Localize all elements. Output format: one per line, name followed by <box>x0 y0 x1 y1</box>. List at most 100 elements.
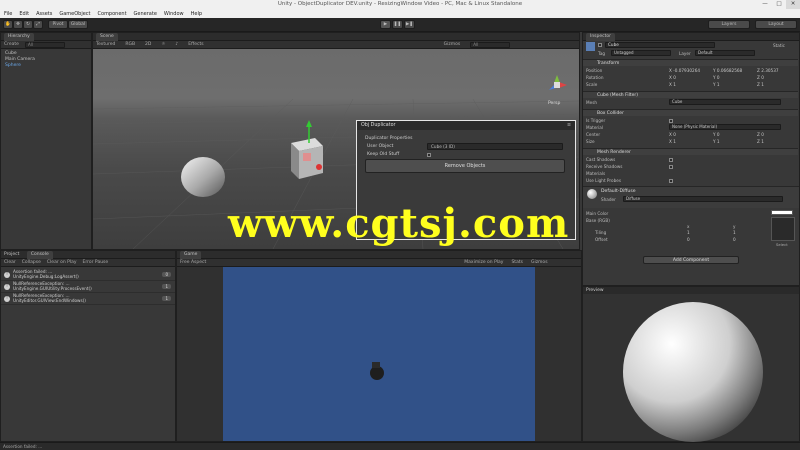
close-button[interactable]: ✕ <box>786 0 800 9</box>
box-collider-header[interactable]: Box Collider <box>583 109 798 116</box>
hierarchy-item-sphere[interactable]: Sphere <box>1 63 91 69</box>
active-checkbox[interactable] <box>598 42 602 48</box>
create-dropdown[interactable]: Create <box>4 41 19 48</box>
add-component-button[interactable]: Add Component <box>643 256 739 264</box>
menu-gameobject[interactable]: GameObject <box>59 11 90 17</box>
tag-dropdown[interactable]: Untagged <box>611 50 671 56</box>
cast-shadows-checkbox[interactable] <box>669 157 673 163</box>
rotation-y[interactable]: Y 0 <box>713 75 720 80</box>
menu-component[interactable]: Component <box>98 11 127 17</box>
gizmos-dropdown[interactable]: Gizmos <box>444 41 461 48</box>
center-x[interactable]: X 0 <box>669 132 676 137</box>
menu-edit[interactable]: Edit <box>19 11 29 17</box>
step-button[interactable]: ▶❚ <box>404 20 415 29</box>
center-z[interactable]: Z 0 <box>757 132 764 137</box>
render-mode-dropdown[interactable]: RGB <box>125 41 135 48</box>
texture-select-button[interactable]: Select <box>776 242 788 247</box>
layers-dropdown[interactable]: Layers <box>708 20 750 29</box>
materials-foldout[interactable]: Materials <box>586 171 605 176</box>
mesh-field[interactable]: Cube <box>669 99 781 105</box>
rotation-x[interactable]: X 0 <box>669 75 676 80</box>
keep-old-stuff-checkbox[interactable] <box>427 152 431 158</box>
rotate-tool-icon[interactable]: ↻ <box>23 20 33 29</box>
menu-help[interactable]: Help <box>191 11 202 17</box>
mesh-filter-header[interactable]: Cube (Mesh Filter) <box>583 91 798 98</box>
user-object-field[interactable]: Cube (3 ID) <box>427 143 563 150</box>
move-tool-icon[interactable]: ✥ <box>13 20 23 29</box>
scale-y[interactable]: Y 1 <box>713 82 720 87</box>
receive-shadows-checkbox[interactable] <box>669 164 673 170</box>
audio-toggle-icon[interactable]: ♪ <box>175 41 178 48</box>
aspect-dropdown[interactable]: Free Aspect <box>180 259 206 266</box>
tab-inspector[interactable]: Inspector <box>586 33 615 41</box>
tiling-x[interactable]: 1 <box>687 230 690 235</box>
position-y[interactable]: Y 0.06682568 <box>713 68 742 73</box>
size-y[interactable]: Y 1 <box>713 139 720 144</box>
tab-game[interactable]: Game <box>180 251 202 259</box>
object-name-field[interactable]: Cube <box>605 42 715 48</box>
game-viewport[interactable] <box>223 267 535 441</box>
tab-scene[interactable]: Scene <box>96 33 118 41</box>
size-x[interactable]: X 1 <box>669 139 676 144</box>
lighting-toggle-icon[interactable]: ☼ <box>161 41 165 48</box>
play-button[interactable]: ▶ <box>380 20 391 29</box>
tiling-y[interactable]: 1 <box>733 230 736 235</box>
2d-toggle[interactable]: 2D <box>145 41 151 48</box>
effects-dropdown[interactable]: Effects <box>188 41 203 48</box>
game-gizmos-dropdown[interactable]: Gizmos <box>531 259 548 266</box>
layer-dropdown[interactable]: Default <box>695 50 755 56</box>
layout-dropdown[interactable]: Layout <box>755 20 797 29</box>
position-x[interactable]: X -0.07930264 <box>669 68 700 73</box>
transform-title: Transform <box>597 61 620 66</box>
clear-on-play-button[interactable]: Clear on Play <box>47 259 77 266</box>
pause-button[interactable]: ❚❚ <box>392 20 403 29</box>
scene-search-input[interactable]: All <box>470 42 511 48</box>
menu-window[interactable]: Window <box>164 11 184 17</box>
keep-old-stuff-label: Keep Old Stuff <box>367 152 400 157</box>
remove-objects-button[interactable]: Remove Objects <box>365 159 565 173</box>
position-z[interactable]: Z 2.30537 <box>757 68 779 73</box>
dialog-menu-icon[interactable]: ≡ <box>567 121 571 130</box>
menu-assets[interactable]: Assets <box>36 11 52 17</box>
center-y[interactable]: Y 0 <box>713 132 720 137</box>
scale-tool-icon[interactable]: ⤢ <box>33 20 43 29</box>
pivot-toggle[interactable]: Pivot <box>48 20 68 29</box>
transform-header[interactable]: Transform <box>583 59 798 66</box>
minimize-button[interactable]: — <box>758 0 772 9</box>
main-color-swatch[interactable] <box>771 210 793 215</box>
menu-file[interactable]: File <box>4 11 12 17</box>
hierarchy-search-input[interactable]: All <box>24 42 65 48</box>
tab-project[interactable]: Project <box>4 252 25 257</box>
offset-y[interactable]: 0 <box>733 237 736 242</box>
material-label: Material <box>586 125 604 130</box>
maximize-button[interactable]: □ <box>772 0 786 9</box>
texture-slot[interactable] <box>771 217 795 241</box>
hand-tool-icon[interactable]: ✋ <box>3 20 13 29</box>
offset-x[interactable]: 0 <box>687 237 690 242</box>
tab-console[interactable]: Console <box>26 251 53 259</box>
clear-button[interactable]: Clear <box>4 259 16 266</box>
shader-dropdown[interactable]: Diffuse <box>623 196 783 202</box>
rotation-z[interactable]: Z 0 <box>757 75 764 80</box>
tab-hierarchy[interactable]: Hierarchy <box>4 33 34 41</box>
console-entry[interactable]: ! NullReferenceException: ... UnityEdito… <box>1 293 175 305</box>
maximize-on-play-toggle[interactable]: Maximize on Play <box>464 259 503 266</box>
global-toggle[interactable]: Global <box>68 20 88 29</box>
shading-mode-dropdown[interactable]: Textured <box>96 41 115 48</box>
static-toggle[interactable]: Static <box>773 43 785 48</box>
shader-label: Shader <box>601 197 616 202</box>
console-entry[interactable]: ! Assertion failed: ... UnityEngine.Debu… <box>1 269 175 281</box>
error-pause-button[interactable]: Error Pause <box>83 259 109 266</box>
menu-bar: File Edit Assets GameObject Component Ge… <box>0 9 800 18</box>
scale-z[interactable]: Z 1 <box>757 82 764 87</box>
persp-label[interactable]: Persp <box>548 101 560 106</box>
console-entry[interactable]: ! NullReferenceException: ... UnityEngin… <box>1 281 175 293</box>
size-z[interactable]: Z 1 <box>757 139 764 144</box>
scale-x[interactable]: X 1 <box>669 82 676 87</box>
mesh-renderer-header[interactable]: Mesh Renderer <box>583 148 798 155</box>
menu-generate[interactable]: Generate <box>134 11 157 17</box>
collapse-button[interactable]: Collapse <box>22 259 41 266</box>
use-light-probes-checkbox[interactable] <box>669 178 673 184</box>
physic-material-field[interactable]: None (Physic Material) <box>669 124 781 130</box>
stats-toggle[interactable]: Stats <box>511 259 523 266</box>
